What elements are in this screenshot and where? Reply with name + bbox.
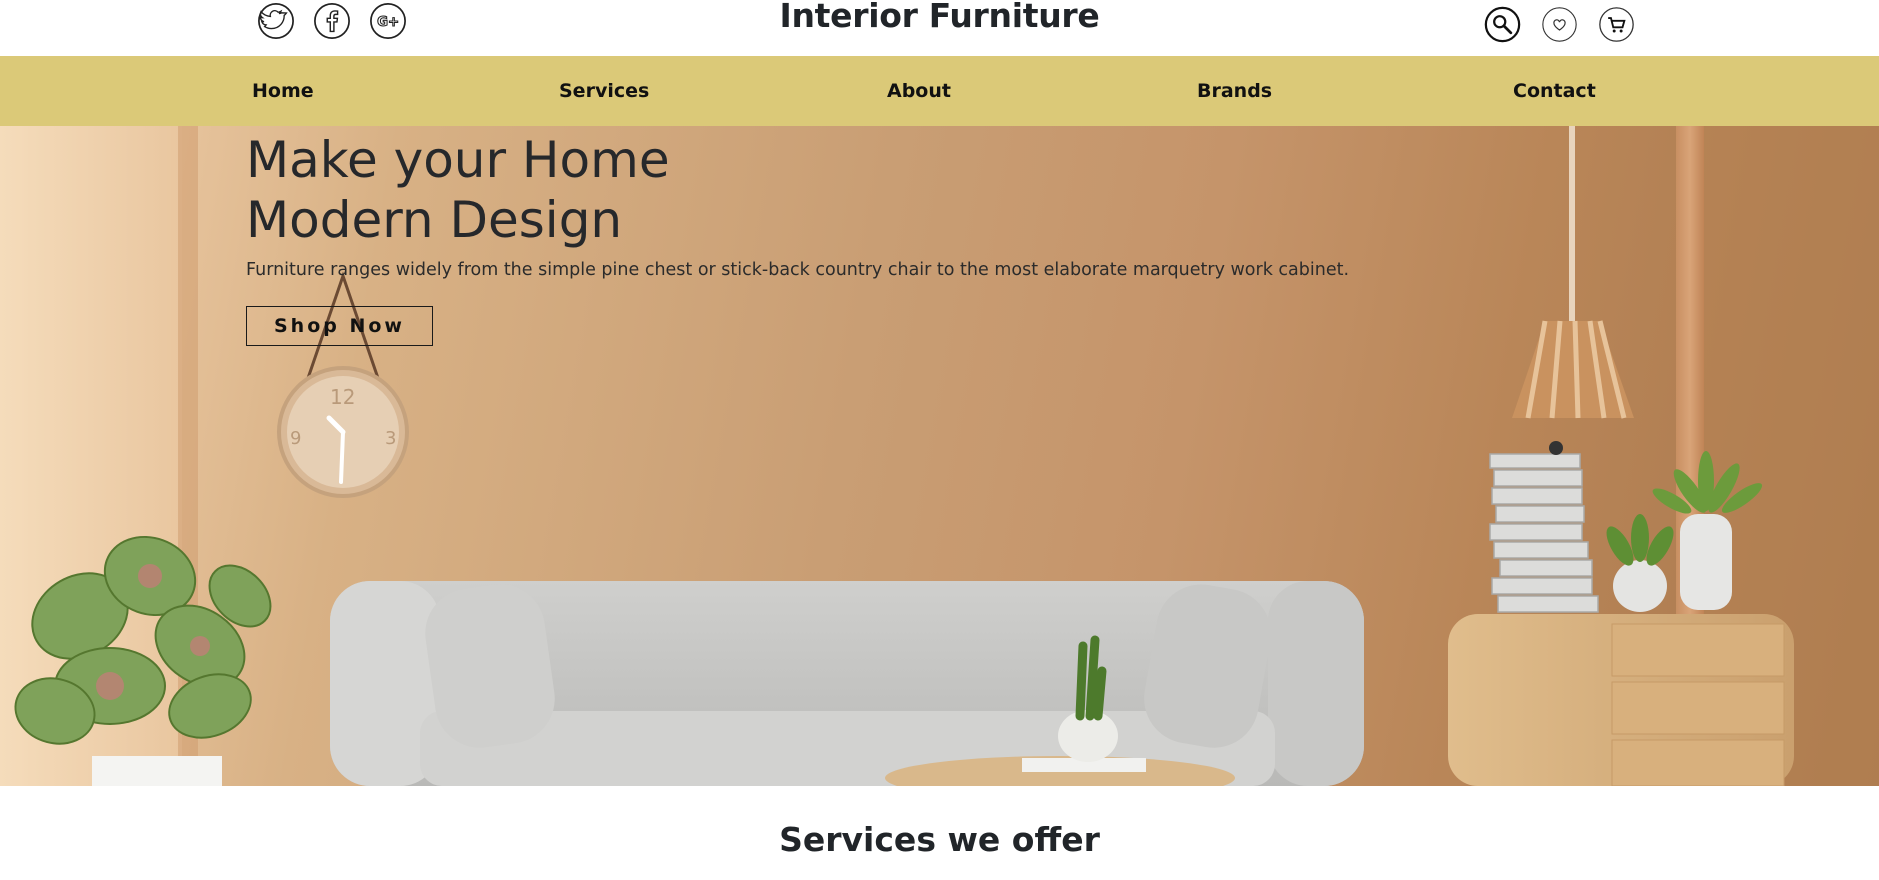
shop-now-button[interactable]: Shop Now: [246, 306, 433, 346]
search-icon[interactable]: [1484, 6, 1521, 43]
header-actions: [1484, 6, 1635, 43]
cart-icon[interactable]: [1598, 6, 1635, 43]
nav-item-services[interactable]: Services: [559, 56, 649, 126]
nav-item-contact[interactable]: Contact: [1513, 56, 1596, 126]
hero-title-line-2: Modern Design: [246, 191, 623, 249]
svg-text:12: 12: [330, 385, 355, 409]
hero-title: Make your Home Modern Design: [246, 130, 670, 250]
main-nav: Home Services About Brands Contact: [0, 56, 1879, 126]
nav-item-home[interactable]: Home: [252, 56, 314, 126]
hero-title-line-1: Make your Home: [246, 131, 670, 189]
heart-icon[interactable]: [1541, 6, 1578, 43]
top-bar: G+ Interior Furniture: [0, 0, 1879, 56]
svg-text:3: 3: [385, 428, 396, 449]
nav-item-brands[interactable]: Brands: [1197, 56, 1272, 126]
hero-banner: 12 3 9 Make your Home Modern Design Furn…: [0, 126, 1879, 786]
hero-subtitle: Furniture ranges widely from the simple …: [246, 260, 1350, 280]
services-heading: Services we offer: [779, 820, 1100, 859]
svg-text:9: 9: [290, 428, 301, 449]
nav-item-about[interactable]: About: [887, 56, 951, 126]
